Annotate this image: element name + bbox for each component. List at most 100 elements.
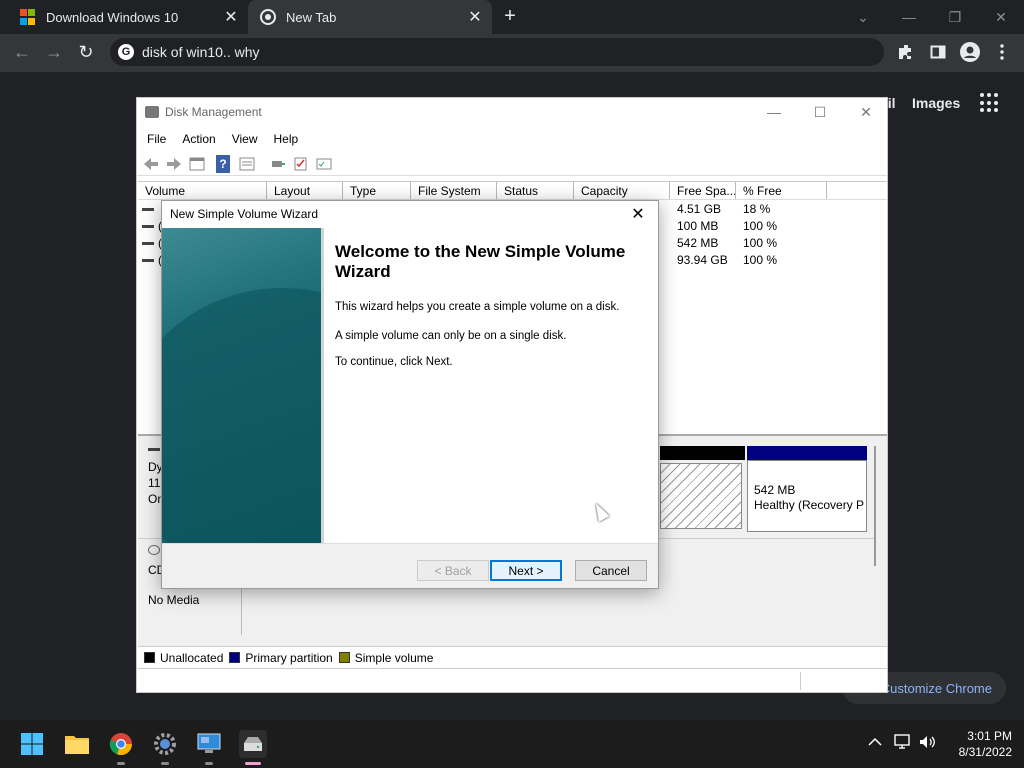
properties-icon[interactable] bbox=[237, 155, 257, 173]
column-status[interactable]: Status bbox=[497, 182, 574, 199]
free-space-cell: 93.94 GB bbox=[677, 253, 728, 267]
tab-search-icon[interactable]: ⌄ bbox=[840, 0, 886, 34]
toolbar: ? bbox=[137, 152, 887, 176]
google-apps-icon[interactable] bbox=[980, 93, 1000, 113]
network-icon[interactable] bbox=[894, 734, 912, 753]
close-button[interactable]: ✕ bbox=[843, 98, 889, 126]
close-icon[interactable]: ✕ bbox=[626, 203, 650, 225]
menu-bar: File Action View Help bbox=[137, 128, 314, 150]
wizard-paragraph-2: A simple volume can only be on a single … bbox=[335, 330, 567, 342]
partition-size: 542 MB bbox=[754, 483, 796, 497]
tab-new-tab[interactable]: New Tab ✕ bbox=[248, 0, 492, 34]
wizard-banner-image bbox=[162, 228, 321, 543]
menu-view[interactable]: View bbox=[232, 128, 258, 150]
forward-arrow-icon[interactable] bbox=[164, 155, 184, 173]
volume-icon[interactable] bbox=[918, 734, 936, 753]
percent-free-cell: 100 % bbox=[743, 253, 778, 267]
control-panel-icon[interactable] bbox=[195, 730, 223, 758]
legend-simple: Simple volume bbox=[354, 650, 434, 665]
column-capacity[interactable]: Capacity bbox=[574, 182, 670, 199]
volume-icon bbox=[142, 225, 154, 228]
recovery-partition[interactable]: 542 MB Healthy (Recovery P bbox=[747, 460, 867, 532]
profile-icon[interactable] bbox=[958, 40, 982, 64]
divider bbox=[321, 228, 324, 543]
column-file-system[interactable]: File System bbox=[411, 182, 497, 199]
new-tab-button[interactable]: + bbox=[500, 4, 520, 28]
column-free-space[interactable]: Free Spa... bbox=[670, 182, 736, 199]
help-icon[interactable]: ? bbox=[216, 154, 230, 173]
back-button[interactable]: < Back bbox=[417, 560, 489, 581]
settings-icon[interactable] bbox=[151, 730, 179, 758]
status-divider bbox=[800, 672, 801, 690]
wizard-paragraph-1: This wizard helps you create a simple vo… bbox=[335, 301, 620, 313]
restore-button[interactable]: ❐ bbox=[932, 0, 978, 34]
legend-primary: Primary partition bbox=[245, 650, 333, 665]
more-icon[interactable] bbox=[990, 40, 1014, 64]
forward-button[interactable]: → bbox=[40, 38, 68, 66]
windows-start-icon[interactable] bbox=[18, 730, 46, 758]
clock[interactable]: 3:01 PM 8/31/2022 bbox=[940, 728, 1012, 760]
percent-free-cell: 100 % bbox=[743, 236, 778, 250]
windows-logo-icon bbox=[20, 9, 36, 25]
side-panel-icon[interactable] bbox=[926, 40, 950, 64]
checklist-icon[interactable] bbox=[291, 155, 311, 173]
legend: Unallocated Primary partition Simple vol… bbox=[138, 646, 887, 668]
address-text: disk of win10.. why bbox=[142, 44, 260, 60]
free-space-cell: 100 MB bbox=[677, 219, 719, 233]
primary-partition-bar bbox=[747, 446, 867, 460]
vertical-scrollbar[interactable] bbox=[874, 446, 876, 566]
back-button[interactable]: ← bbox=[8, 38, 36, 66]
tab-title: New Tab bbox=[286, 9, 337, 25]
google-icon: G bbox=[118, 44, 134, 60]
disk-icon bbox=[148, 448, 160, 451]
tab-close-icon[interactable]: ✕ bbox=[464, 7, 486, 27]
legend-unallocated: Unallocated bbox=[160, 650, 224, 665]
wizard-title: New Simple Volume Wizard bbox=[170, 207, 319, 221]
chrome-icon[interactable] bbox=[107, 730, 135, 758]
address-bar[interactable]: G disk of win10.. why bbox=[110, 38, 884, 66]
show-hidden-icons-icon[interactable] bbox=[868, 734, 882, 750]
minimize-button[interactable]: — bbox=[886, 0, 932, 34]
column-type[interactable]: Type bbox=[343, 182, 411, 199]
column-layout[interactable]: Layout bbox=[267, 182, 343, 199]
next-button[interactable]: Next > bbox=[490, 560, 562, 581]
menu-help[interactable]: Help bbox=[274, 128, 299, 150]
images-link[interactable]: Images bbox=[912, 95, 960, 111]
extensions-icon[interactable] bbox=[894, 40, 918, 64]
maximize-button[interactable]: ☐ bbox=[797, 98, 843, 126]
percent-free-cell: 18 % bbox=[743, 202, 771, 216]
status-bar bbox=[138, 668, 887, 692]
cdrom-icon bbox=[148, 545, 160, 555]
clock-time: 3:01 PM bbox=[967, 729, 1012, 743]
running-indicator bbox=[205, 762, 213, 765]
volume-icon bbox=[142, 242, 154, 245]
legend-simple-swatch bbox=[338, 652, 350, 663]
minimize-button[interactable]: — bbox=[751, 98, 797, 126]
close-window-button[interactable]: ✕ bbox=[978, 0, 1024, 34]
running-indicator bbox=[117, 762, 125, 765]
unallocated-partition[interactable] bbox=[660, 463, 742, 529]
settings-sheet-icon[interactable] bbox=[314, 155, 334, 173]
wizard-paragraph-3: To continue, click Next. bbox=[335, 356, 453, 368]
reload-button[interactable]: ↻ bbox=[72, 38, 100, 66]
console-tree-icon[interactable] bbox=[187, 155, 207, 173]
menu-action[interactable]: Action bbox=[182, 128, 215, 150]
tab-close-icon[interactable]: ✕ bbox=[220, 7, 242, 27]
running-indicator bbox=[161, 762, 169, 765]
volume-icon bbox=[142, 208, 154, 211]
column-volume[interactable]: Volume bbox=[138, 182, 267, 199]
menu-file[interactable]: File bbox=[147, 128, 166, 150]
disk-management-icon[interactable] bbox=[239, 730, 267, 758]
back-arrow-icon[interactable] bbox=[141, 155, 161, 173]
free-space-cell: 542 MB bbox=[677, 236, 719, 250]
new-simple-volume-wizard: New Simple Volume Wizard ✕ Welcome to th… bbox=[161, 200, 659, 589]
cancel-button[interactable]: Cancel bbox=[575, 560, 647, 581]
column-percent-free[interactable]: % Free bbox=[736, 182, 827, 199]
tab-download-windows-10[interactable]: Download Windows 10 ✕ bbox=[0, 0, 248, 34]
chrome-icon bbox=[260, 9, 276, 25]
volume-icon bbox=[142, 259, 154, 262]
active-indicator bbox=[245, 762, 261, 765]
file-explorer-icon[interactable] bbox=[63, 730, 91, 758]
partition-status: Healthy (Recovery P bbox=[754, 498, 865, 512]
connect-icon[interactable] bbox=[268, 155, 288, 173]
